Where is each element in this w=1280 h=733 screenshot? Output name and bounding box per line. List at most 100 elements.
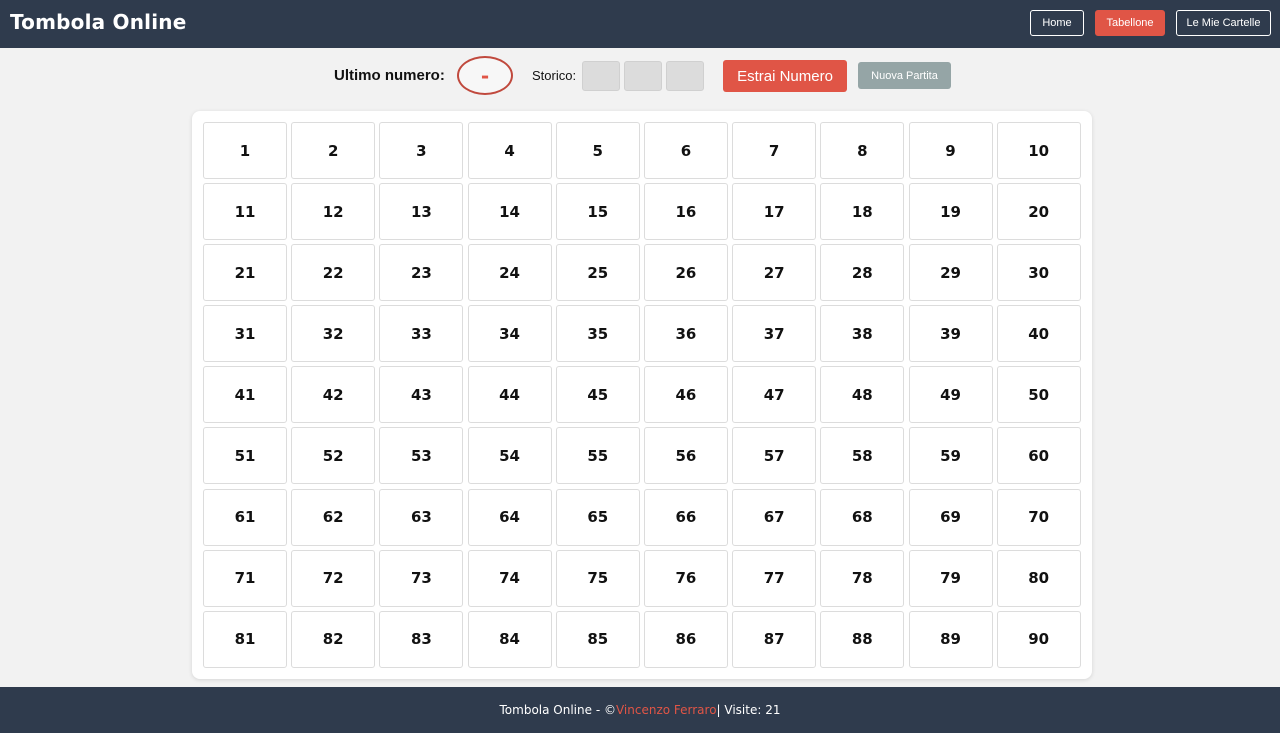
last-number-label: Ultimo numero:: [334, 67, 445, 84]
board-cell[interactable]: 17: [732, 183, 817, 241]
board-cell[interactable]: 75: [555, 549, 640, 607]
history-label: Storico:: [532, 68, 577, 83]
board-cell[interactable]: 42: [291, 366, 376, 424]
board-cell[interactable]: 88: [820, 610, 905, 668]
number-grid: 1 2 3 4 5 6 7 8 9 10 11 12 13 14 15 16 17 18 19 20 21 22 23 24 2…: [203, 122, 1081, 668]
board-cell[interactable]: 70: [996, 488, 1081, 546]
board-cell[interactable]: 34: [467, 305, 552, 363]
board-cell[interactable]: 63: [379, 488, 464, 546]
board-cell[interactable]: 76: [643, 549, 728, 607]
board-cell[interactable]: 61: [203, 488, 287, 546]
board-cell[interactable]: 21: [203, 244, 287, 302]
board-cell[interactable]: 65: [555, 488, 640, 546]
board-cell[interactable]: 23: [379, 244, 464, 302]
board-cell[interactable]: 36: [643, 305, 728, 363]
board-cell[interactable]: 57: [732, 427, 817, 485]
nav-tabellone-button[interactable]: Tabellone: [1095, 10, 1165, 36]
board-cell[interactable]: 60: [996, 427, 1081, 485]
board-cell[interactable]: 80: [996, 549, 1081, 607]
nav-home-button[interactable]: Home: [1030, 10, 1084, 36]
board-cell[interactable]: 81: [203, 610, 287, 668]
board-cell[interactable]: 25: [555, 244, 640, 302]
board-cell[interactable]: 35: [555, 305, 640, 363]
board-cell[interactable]: 39: [908, 305, 993, 363]
board-cell[interactable]: 43: [379, 366, 464, 424]
board-cell[interactable]: 18: [820, 183, 905, 241]
board-cell[interactable]: 33: [379, 305, 464, 363]
board-cell[interactable]: 38: [820, 305, 905, 363]
board-cell[interactable]: 50: [996, 366, 1081, 424]
board-cell[interactable]: 66: [643, 488, 728, 546]
board-cell[interactable]: 6: [643, 122, 728, 179]
board-cell[interactable]: 1: [203, 122, 287, 179]
board-cell[interactable]: 58: [820, 427, 905, 485]
nav-my-cards-button[interactable]: Le Mie Cartelle: [1176, 10, 1271, 36]
board-cell[interactable]: 64: [467, 488, 552, 546]
board-cell[interactable]: 71: [203, 549, 287, 607]
board-cell[interactable]: 86: [643, 610, 728, 668]
board-cell[interactable]: 14: [467, 183, 552, 241]
board-cell[interactable]: 16: [643, 183, 728, 241]
board-cell[interactable]: 89: [908, 610, 993, 668]
board-cell[interactable]: 27: [732, 244, 817, 302]
board-cell[interactable]: 87: [732, 610, 817, 668]
board-cell[interactable]: 40: [996, 305, 1081, 363]
board-cell[interactable]: 53: [379, 427, 464, 485]
board-cell[interactable]: 72: [291, 549, 376, 607]
board-cell[interactable]: 4: [467, 122, 552, 179]
board-cell[interactable]: 90: [996, 610, 1081, 668]
board-cell[interactable]: 3: [379, 122, 464, 179]
board-cell[interactable]: 45: [555, 366, 640, 424]
footer-prefix: Tombola Online - ©: [499, 703, 616, 717]
board-cell[interactable]: 22: [291, 244, 376, 302]
board-cell[interactable]: 28: [820, 244, 905, 302]
board-cell[interactable]: 46: [643, 366, 728, 424]
board-cell[interactable]: 62: [291, 488, 376, 546]
board-cell[interactable]: 59: [908, 427, 993, 485]
board-cell[interactable]: 15: [555, 183, 640, 241]
board-cell[interactable]: 32: [291, 305, 376, 363]
board-cell[interactable]: 82: [291, 610, 376, 668]
board-cell[interactable]: 67: [732, 488, 817, 546]
board-cell[interactable]: 30: [996, 244, 1081, 302]
board-cell[interactable]: 49: [908, 366, 993, 424]
board-cell[interactable]: 84: [467, 610, 552, 668]
board-cell[interactable]: 73: [379, 549, 464, 607]
board-cell[interactable]: 44: [467, 366, 552, 424]
board-cell[interactable]: 7: [732, 122, 817, 179]
board-cell[interactable]: 48: [820, 366, 905, 424]
board-cell[interactable]: 20: [996, 183, 1081, 241]
board-cell[interactable]: 68: [820, 488, 905, 546]
board-cell[interactable]: 9: [908, 122, 993, 179]
board-cell[interactable]: 41: [203, 366, 287, 424]
board-cell[interactable]: 78: [820, 549, 905, 607]
board-cell[interactable]: 77: [732, 549, 817, 607]
board-cell[interactable]: 83: [379, 610, 464, 668]
new-game-button[interactable]: Nuova Partita: [858, 62, 951, 89]
board-cell[interactable]: 29: [908, 244, 993, 302]
board-cell[interactable]: 37: [732, 305, 817, 363]
board-cell[interactable]: 12: [291, 183, 376, 241]
author-link[interactable]: Vincenzo Ferraro: [616, 703, 717, 717]
board-cell[interactable]: 85: [555, 610, 640, 668]
board-cell[interactable]: 19: [908, 183, 993, 241]
board-cell[interactable]: 13: [379, 183, 464, 241]
board-cell[interactable]: 11: [203, 183, 287, 241]
board-cell[interactable]: 55: [555, 427, 640, 485]
board-cell[interactable]: 52: [291, 427, 376, 485]
board-cell[interactable]: 47: [732, 366, 817, 424]
board-cell[interactable]: 10: [996, 122, 1081, 179]
board-cell[interactable]: 8: [820, 122, 905, 179]
board-cell[interactable]: 51: [203, 427, 287, 485]
board-cell[interactable]: 56: [643, 427, 728, 485]
board-cell[interactable]: 2: [291, 122, 376, 179]
board-cell[interactable]: 79: [908, 549, 993, 607]
board-cell[interactable]: 5: [555, 122, 640, 179]
board-cell[interactable]: 26: [643, 244, 728, 302]
board-cell[interactable]: 74: [467, 549, 552, 607]
draw-number-button[interactable]: Estrai Numero: [723, 60, 847, 92]
board-cell[interactable]: 69: [908, 488, 993, 546]
board-cell[interactable]: 24: [467, 244, 552, 302]
board-cell[interactable]: 54: [467, 427, 552, 485]
board-cell[interactable]: 31: [203, 305, 287, 363]
